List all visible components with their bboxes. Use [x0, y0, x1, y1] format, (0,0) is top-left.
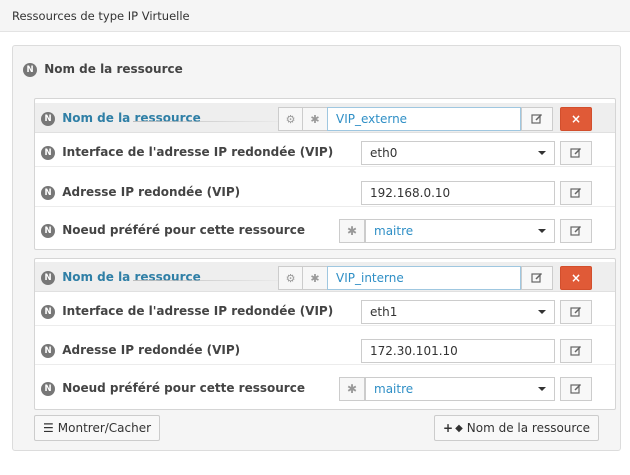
n-badge-icon: N — [23, 62, 37, 77]
node-select[interactable]: maitre — [365, 219, 555, 243]
asterisk-icon: ✱ — [339, 219, 365, 243]
show-hide-label: Montrer/Cacher — [57, 421, 152, 435]
node-label-group: N Noeud préféré pour cette ressource — [41, 223, 305, 238]
section-heading: N Nom de la ressource — [23, 62, 183, 77]
resource-name-label-group: N Nom de la ressource — [41, 270, 201, 285]
edit-icon — [570, 187, 582, 198]
edit-icon — [570, 306, 582, 317]
add-resource-label: Nom de la ressource — [466, 421, 591, 435]
interface-label: Interface de l'adresse IP redondée (VIP) — [62, 304, 334, 318]
interface-label-group: N Interface de l'adresse IP redondée (VI… — [41, 304, 333, 319]
edit-icon — [531, 113, 543, 124]
resource-name-row: N Nom de la ressource ⚙ ✱ VIP_interne × — [35, 262, 615, 292]
show-hide-button[interactable]: ☰ Montrer/Cacher — [34, 415, 161, 441]
node-value: maitre — [374, 382, 414, 396]
gears-icon[interactable]: ⚙ — [279, 108, 303, 130]
interface-select[interactable]: eth0 — [361, 141, 555, 165]
edit-icon — [570, 225, 582, 236]
edit-button[interactable] — [560, 141, 592, 165]
node-label: Noeud préféré pour cette ressource — [62, 381, 305, 395]
caret-down-icon — [538, 310, 546, 314]
caret-down-icon — [538, 387, 546, 391]
n-badge-icon: N — [41, 185, 55, 200]
page-title: Ressources de type IP Virtuelle — [12, 9, 190, 23]
asterisk-icon: ✱ — [339, 377, 365, 401]
node-label-group: N Noeud préféré pour cette ressource — [41, 381, 305, 396]
interface-row: N Interface de l'adresse IP redondée (VI… — [35, 137, 615, 167]
n-badge-icon: N — [41, 145, 55, 160]
asterisk-icon: ✱ — [310, 271, 320, 285]
interface-value: eth1 — [370, 305, 398, 319]
ip-input[interactable]: 172.30.101.10 — [361, 339, 555, 363]
node-label: Noeud préféré pour cette ressource — [62, 223, 305, 237]
interface-select[interactable]: eth1 — [361, 300, 555, 324]
resource-name-input[interactable]: VIP_interne — [327, 266, 521, 290]
delete-button[interactable]: × — [560, 266, 592, 290]
interface-row: N Interface de l'adresse IP redondée (VI… — [35, 296, 615, 326]
resource-name-input[interactable]: VIP_externe — [327, 107, 521, 131]
name-addon-group: ⚙ ✱ — [278, 266, 328, 290]
gears-icon[interactable]: ⚙ — [279, 267, 303, 289]
ip-label-group: N Adresse IP redondée (VIP) — [41, 185, 240, 200]
edit-button[interactable] — [521, 107, 553, 131]
ip-label-group: N Adresse IP redondée (VIP) — [41, 343, 240, 358]
label-underline — [133, 280, 293, 281]
label-underline — [133, 121, 293, 122]
caret-down-icon — [538, 151, 546, 155]
edit-icon — [570, 147, 582, 158]
ip-label: Adresse IP redondée (VIP) — [62, 185, 241, 199]
edit-button[interactable] — [560, 300, 592, 324]
ip-input[interactable]: 192.168.0.10 — [361, 181, 555, 205]
edit-icon — [531, 272, 543, 283]
name-addon-group: ⚙ ✱ — [278, 107, 328, 131]
edit-button[interactable] — [521, 266, 553, 290]
node-value: maitre — [374, 224, 414, 238]
ip-row: N Adresse IP redondée (VIP) 192.168.0.10 — [35, 177, 615, 207]
ip-label: Adresse IP redondée (VIP) — [62, 343, 241, 357]
node-row: N Noeud préféré pour cette ressource ✱ m… — [35, 215, 615, 245]
resource-block: N Nom de la ressource ⚙ ✱ VIP_interne × … — [34, 258, 616, 410]
resource-block: N Nom de la ressource ⚙ ✱ VIP_externe × … — [34, 98, 616, 250]
interface-label-group: N Interface de l'adresse IP redondée (VI… — [41, 145, 333, 160]
node-select[interactable]: maitre — [365, 377, 555, 401]
interface-label: Interface de l'adresse IP redondée (VIP) — [62, 145, 334, 159]
add-resource-button[interactable]: + ◆ Nom de la ressource — [434, 415, 600, 441]
section-label: Nom de la ressource — [44, 62, 183, 76]
resource-name-label-group: N Nom de la ressource — [41, 111, 201, 126]
ip-row: N Adresse IP redondée (VIP) 172.30.101.1… — [35, 335, 615, 365]
plus-icon: + — [443, 421, 454, 435]
asterisk-icon: ✱ — [310, 112, 320, 126]
node-row: N Noeud préféré pour cette ressource ✱ m… — [35, 373, 615, 403]
interface-value: eth0 — [370, 146, 398, 160]
edit-button[interactable] — [560, 377, 592, 401]
edit-icon — [570, 345, 582, 356]
page-header: Ressources de type IP Virtuelle — [0, 0, 630, 32]
delete-button[interactable]: × — [560, 107, 592, 131]
n-badge-icon: N — [41, 111, 55, 126]
resource-name-row: N Nom de la ressource ⚙ ✱ VIP_externe × — [35, 103, 615, 133]
caret-down-icon — [538, 229, 546, 233]
resource-name-label: Nom de la ressource — [62, 111, 201, 125]
edit-icon — [570, 383, 582, 394]
n-badge-icon: N — [41, 304, 55, 319]
edit-button[interactable] — [560, 181, 592, 205]
resources-panel: N Nom de la ressource N Nom de la ressou… — [12, 45, 621, 451]
tag-icon: ◆ — [455, 422, 463, 434]
n-badge-icon: N — [41, 343, 55, 358]
edit-button[interactable] — [560, 219, 592, 243]
resource-name-label: Nom de la ressource — [62, 270, 201, 284]
n-badge-icon: N — [41, 381, 55, 396]
n-badge-icon: N — [41, 270, 55, 285]
n-badge-icon: N — [41, 223, 55, 238]
edit-button[interactable] — [560, 339, 592, 363]
hamburger-icon: ☰ — [43, 421, 54, 435]
